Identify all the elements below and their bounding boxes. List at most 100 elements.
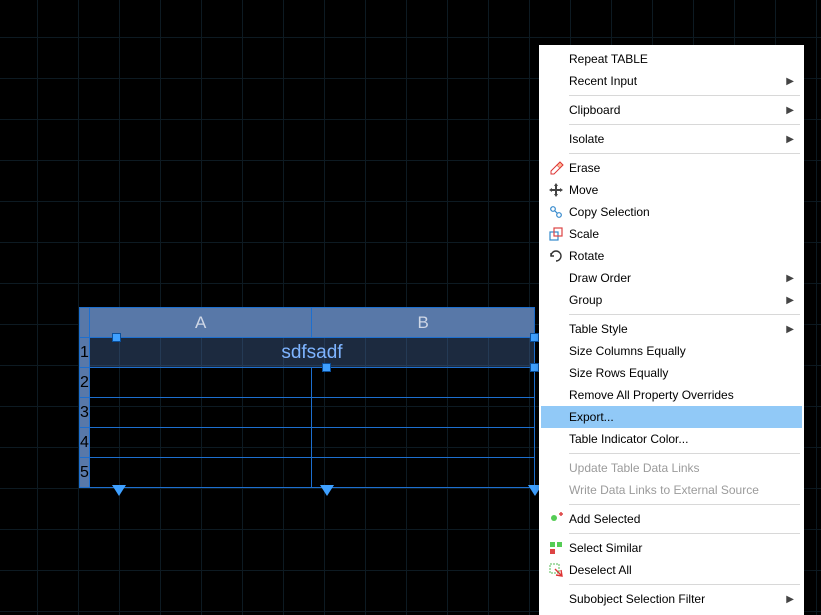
menu-rotate[interactable]: Rotate (541, 245, 802, 267)
menu-write-data-links: Write Data Links to External Source (541, 479, 802, 501)
copy-selection-icon (543, 204, 569, 220)
menu-select-similar[interactable]: Select Similar (541, 537, 802, 559)
table-cell[interactable] (312, 398, 535, 428)
title-cell[interactable]: sdfsadf (89, 338, 534, 368)
menu-label: Table Indicator Color... (569, 432, 784, 446)
menu-label: Draw Order (569, 271, 784, 285)
row-number[interactable]: 3 (80, 398, 90, 428)
table-cell[interactable] (312, 368, 535, 398)
menu-erase[interactable]: Erase (541, 157, 802, 179)
chevron-right-icon: ▶ (786, 76, 794, 87)
menu-label: Select Similar (569, 541, 784, 555)
column-header-a[interactable]: A (89, 308, 312, 338)
table-row[interactable]: 3 (80, 398, 535, 428)
menu-label: Write Data Links to External Source (569, 483, 784, 497)
menu-scale[interactable]: Scale (541, 223, 802, 245)
menu-separator (569, 153, 800, 154)
table-cell[interactable] (312, 458, 535, 488)
select-similar-icon (543, 540, 569, 556)
chevron-right-icon: ▶ (786, 105, 794, 116)
menu-isolate[interactable]: Isolate ▶ (541, 128, 802, 150)
menu-copy-selection[interactable]: Copy Selection (541, 201, 802, 223)
menu-label: Copy Selection (569, 205, 784, 219)
menu-label: Scale (569, 227, 784, 241)
row-number[interactable]: 2 (80, 368, 90, 398)
menu-label: Update Table Data Links (569, 461, 784, 475)
menu-label: Isolate (569, 132, 784, 146)
menu-label: Subobject Selection Filter (569, 592, 784, 606)
menu-label: Export... (569, 410, 784, 424)
menu-label: Repeat TABLE (569, 52, 784, 66)
chevron-right-icon: ▶ (786, 594, 794, 605)
menu-label: Table Style (569, 322, 784, 336)
menu-size-rows-equally[interactable]: Size Rows Equally (541, 362, 802, 384)
table-corner-cell[interactable] (80, 308, 90, 338)
table-row[interactable]: 2 (80, 368, 535, 398)
menu-group[interactable]: Group ▶ (541, 289, 802, 311)
menu-subobject-selection-filter[interactable]: Subobject Selection Filter ▶ (541, 588, 802, 610)
selection-grip[interactable] (322, 363, 331, 372)
menu-separator (569, 504, 800, 505)
menu-draw-order[interactable]: Draw Order ▶ (541, 267, 802, 289)
selection-grip[interactable] (530, 363, 539, 372)
menu-table-indicator-color[interactable]: Table Indicator Color... (541, 428, 802, 450)
menu-label: Size Rows Equally (569, 366, 784, 380)
menu-separator (569, 584, 800, 585)
menu-label: Remove All Property Overrides (569, 388, 784, 402)
menu-remove-property-overrides[interactable]: Remove All Property Overrides (541, 384, 802, 406)
menu-add-selected[interactable]: Add Selected (541, 508, 802, 530)
deselect-all-icon (543, 562, 569, 578)
selection-grip[interactable] (530, 333, 539, 342)
menu-label: Erase (569, 161, 784, 175)
row-number[interactable]: 5 (80, 458, 90, 488)
chevron-right-icon: ▶ (786, 273, 794, 284)
table-cell[interactable] (89, 368, 312, 398)
menu-separator (569, 453, 800, 454)
chevron-right-icon: ▶ (786, 295, 794, 306)
resize-arrow-icon[interactable] (112, 485, 126, 496)
column-header-b[interactable]: B (312, 308, 535, 338)
menu-label: Move (569, 183, 784, 197)
table-cell[interactable] (89, 398, 312, 428)
menu-size-columns-equally[interactable]: Size Columns Equally (541, 340, 802, 362)
resize-arrow-icon[interactable] (320, 485, 334, 496)
menu-table-style[interactable]: Table Style ▶ (541, 318, 802, 340)
add-selected-icon (543, 511, 569, 527)
menu-label: Add Selected (569, 512, 784, 526)
menu-deselect-all[interactable]: Deselect All (541, 559, 802, 581)
menu-label: Group (569, 293, 784, 307)
menu-separator (569, 314, 800, 315)
table-row[interactable]: 5 (80, 458, 535, 488)
menu-label: Recent Input (569, 74, 784, 88)
menu-label: Deselect All (569, 563, 784, 577)
row-number[interactable]: 1 (80, 338, 90, 368)
scale-icon (543, 226, 569, 242)
table-row[interactable]: 1 sdfsadf (80, 338, 535, 368)
chevron-right-icon: ▶ (786, 134, 794, 145)
row-number[interactable]: 4 (80, 428, 90, 458)
chevron-right-icon: ▶ (786, 324, 794, 335)
table-cell[interactable] (312, 428, 535, 458)
menu-label: Size Columns Equally (569, 344, 784, 358)
menu-label: Clipboard (569, 103, 784, 117)
table-cell[interactable] (89, 428, 312, 458)
selection-grip[interactable] (112, 333, 121, 342)
context-menu: Repeat TABLE Recent Input ▶ Clipboard ▶ … (539, 45, 804, 615)
table-row[interactable]: 4 (80, 428, 535, 458)
table-cell[interactable] (89, 458, 312, 488)
column-header-row[interactable]: A B (80, 308, 535, 338)
cad-table[interactable]: A B 1 sdfsadf 2 3 4 (79, 307, 535, 488)
menu-export[interactable]: Export... (541, 406, 802, 428)
menu-separator (569, 124, 800, 125)
menu-clipboard[interactable]: Clipboard ▶ (541, 99, 802, 121)
menu-repeat[interactable]: Repeat TABLE (541, 48, 802, 70)
move-icon (543, 182, 569, 198)
menu-separator (569, 533, 800, 534)
menu-label: Rotate (569, 249, 784, 263)
menu-separator (569, 95, 800, 96)
rotate-icon (543, 248, 569, 264)
menu-recent-input[interactable]: Recent Input ▶ (541, 70, 802, 92)
erase-icon (543, 160, 569, 176)
menu-move[interactable]: Move (541, 179, 802, 201)
menu-update-table-data-links: Update Table Data Links (541, 457, 802, 479)
